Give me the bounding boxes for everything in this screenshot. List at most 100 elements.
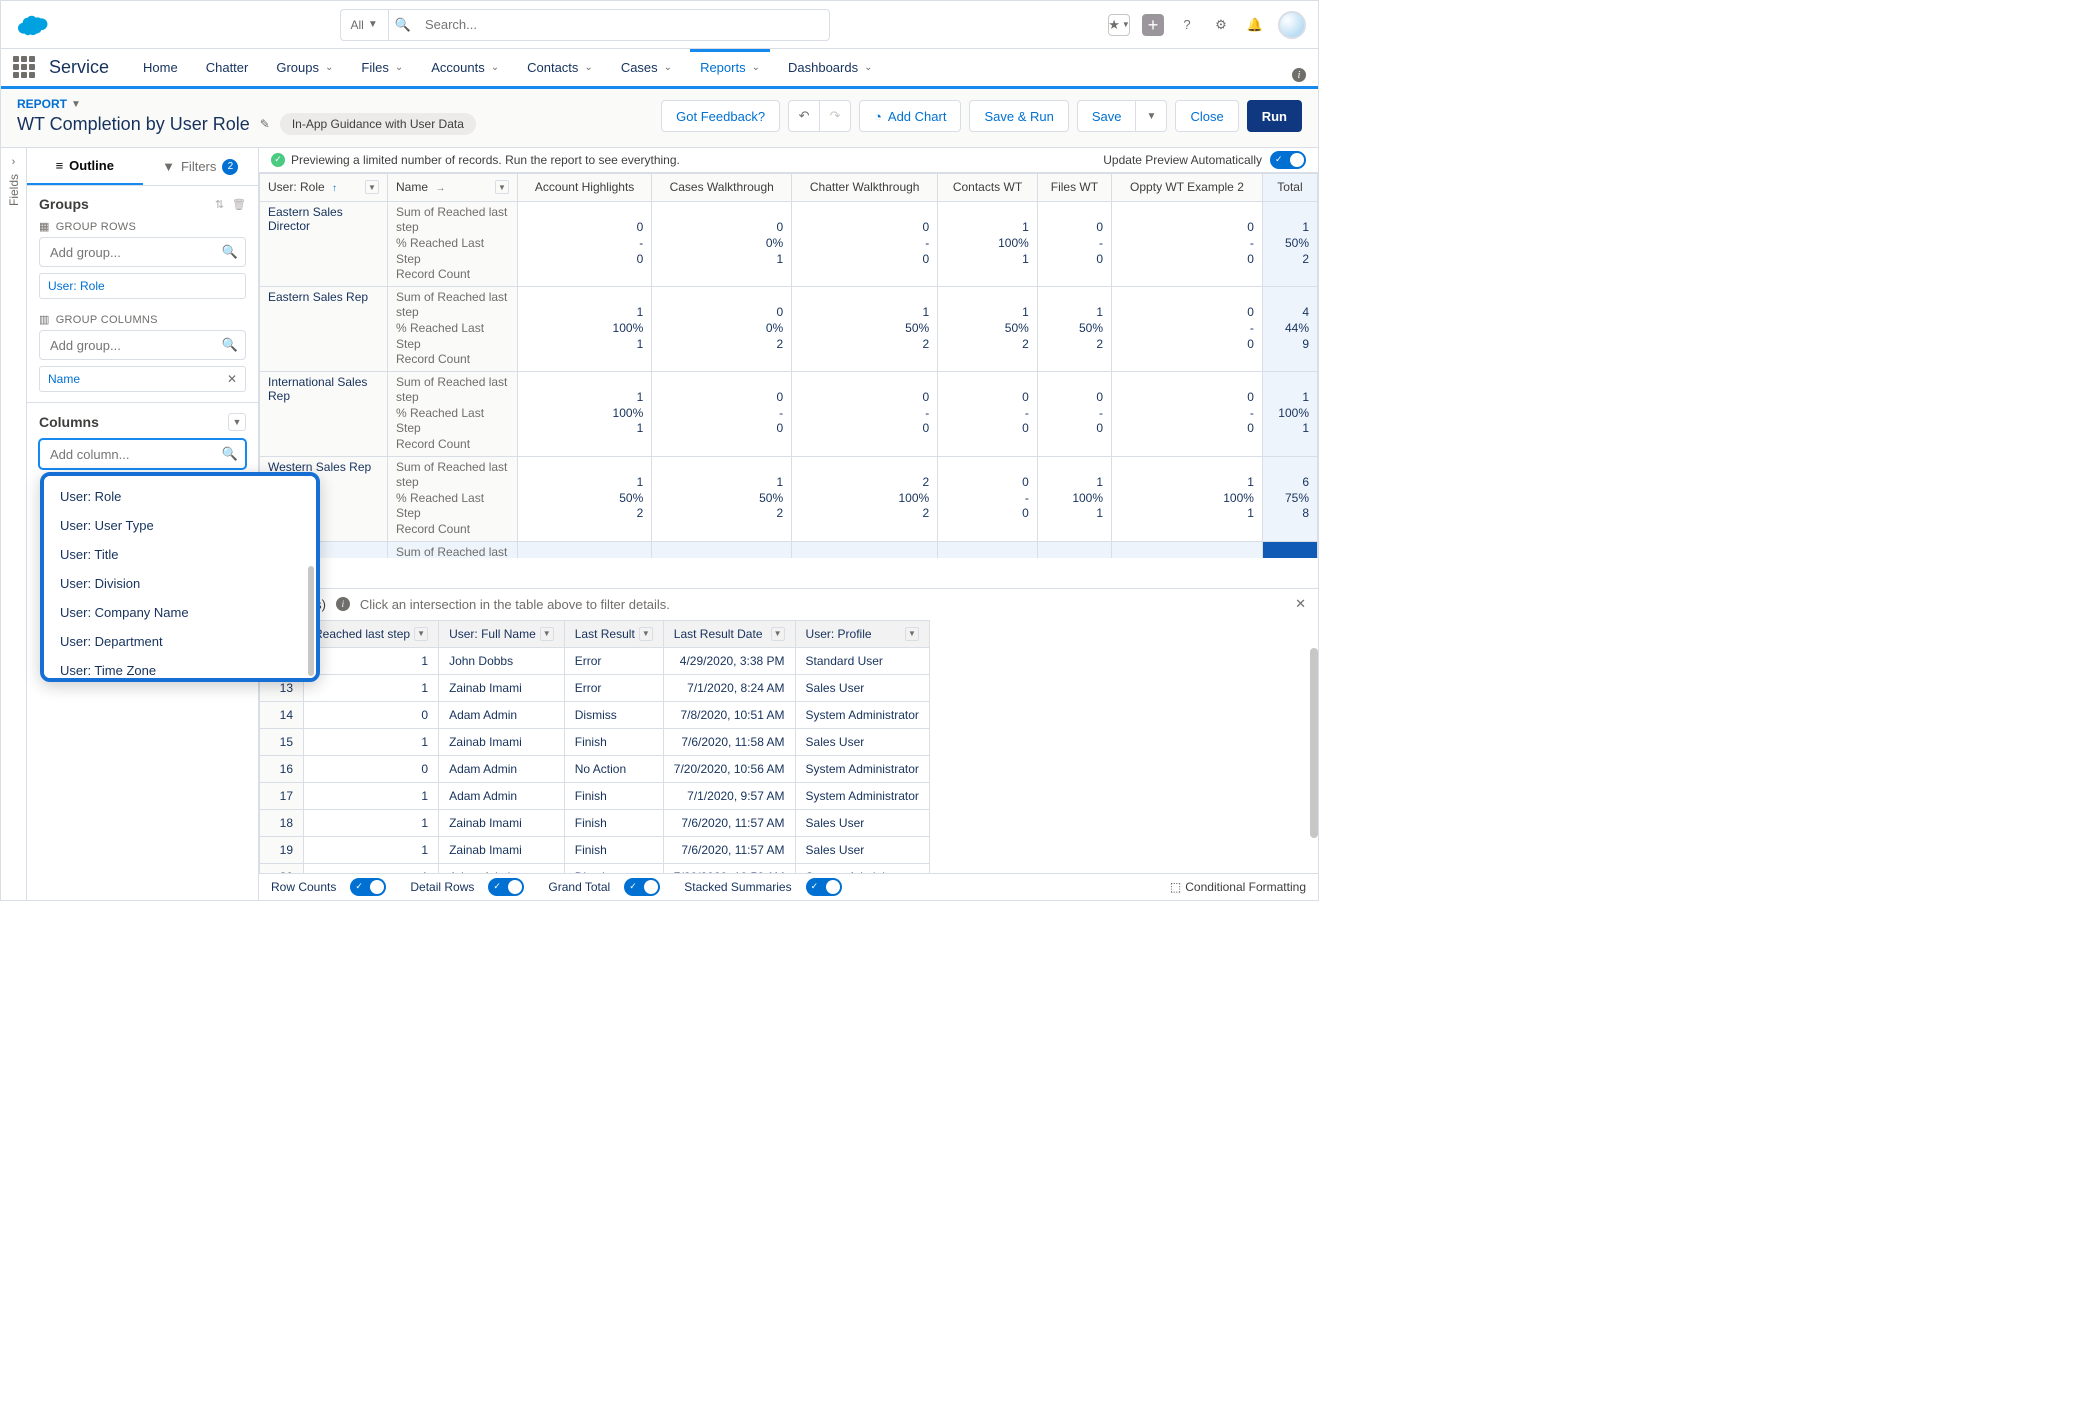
row-counts-toggle[interactable]: [350, 878, 386, 896]
tab-outline[interactable]: ≡Outline: [27, 148, 143, 185]
notifications-bell-icon[interactable]: 🔔: [1244, 14, 1266, 36]
add-chart-button[interactable]: ◔Add Chart: [859, 100, 961, 132]
undo-button[interactable]: ↶: [788, 100, 820, 132]
nav-item-reports[interactable]: Reports⌄: [690, 49, 770, 83]
table-cell[interactable]: 2100%2: [792, 456, 938, 541]
app-launcher-icon[interactable]: [13, 56, 37, 80]
table-cell[interactable]: 150%2: [938, 286, 1038, 371]
table-cell[interactable]: 150%2: [792, 286, 938, 371]
table-cell[interactable]: Eastern Sales Director: [260, 201, 388, 286]
dropdown-item[interactable]: User: Department: [44, 627, 316, 656]
save-menu-button[interactable]: ▼: [1135, 100, 1167, 132]
delete-icon[interactable]: 🗑: [232, 198, 246, 211]
help-icon[interactable]: ?: [1176, 14, 1198, 36]
table-cell[interactable]: 267%3: [1037, 541, 1111, 558]
dropdown-item[interactable]: User: Time Zone: [44, 656, 316, 682]
remove-icon[interactable]: ✕: [227, 372, 237, 386]
table-cell[interactable]: 0-0: [1112, 371, 1263, 456]
setup-gear-icon[interactable]: ⚙: [1210, 14, 1232, 36]
grand-total-toggle[interactable]: [624, 878, 660, 896]
stacked-toggle[interactable]: [806, 878, 842, 896]
edit-title-icon[interactable]: ✎: [260, 117, 270, 131]
table-cell[interactable]: 150%2: [518, 456, 652, 541]
table-row[interactable]: 140Adam AdminDismiss7/8/2020, 10:51 AMSy…: [260, 701, 930, 728]
table-cell[interactable]: 1100%1: [1037, 456, 1111, 541]
close-button[interactable]: Close: [1175, 100, 1238, 132]
table-cell[interactable]: 00%2: [652, 286, 792, 371]
table-row[interactable]: 160Adam AdminNo Action7/20/2020, 10:56 A…: [260, 755, 930, 782]
table-cell[interactable]: 1260%20: [1262, 541, 1317, 558]
sort-asc-icon[interactable]: ↑: [332, 183, 337, 194]
column-menu-icon[interactable]: ▼: [414, 627, 428, 641]
global-add-button[interactable]: +: [1142, 14, 1164, 36]
table-cell[interactable]: 0-0: [1037, 201, 1111, 286]
table-cell[interactable]: Eastern Sales Rep: [260, 286, 388, 371]
table-cell[interactable]: 0-0: [1112, 201, 1263, 286]
search-scope-select[interactable]: All▼: [341, 10, 389, 40]
table-cell[interactable]: International Sales Rep: [260, 371, 388, 456]
column-menu-icon[interactable]: ▼: [365, 180, 379, 194]
dropdown-item[interactable]: User: Company Name: [44, 598, 316, 627]
table-cell[interactable]: 0-0: [792, 201, 938, 286]
column-menu-icon[interactable]: ▼: [639, 627, 653, 641]
dropdown-item[interactable]: User: Title: [44, 540, 316, 569]
table-row[interactable]: 191Zainab ImamiFinish7/6/2020, 11:57 AMS…: [260, 836, 930, 863]
table-cell[interactable]: 1100%1: [1262, 371, 1317, 456]
nav-item-dashboards[interactable]: Dashboards⌄: [778, 52, 883, 83]
table-cell[interactable]: 150%2: [1037, 286, 1111, 371]
fields-rail[interactable]: › Fields: [1, 148, 27, 900]
column-menu-icon[interactable]: ▼: [771, 627, 785, 641]
save-button[interactable]: Save: [1077, 100, 1137, 132]
table-row[interactable]: 171Adam AdminFinish7/1/2020, 9:57 AMSyst…: [260, 782, 930, 809]
detail-rows-toggle[interactable]: [488, 878, 524, 896]
table-cell[interactable]: 1100%1: [518, 371, 652, 456]
nav-item-home[interactable]: Home: [133, 52, 188, 83]
auto-preview-toggle[interactable]: [1270, 151, 1306, 169]
favorites-button[interactable]: ★▼: [1108, 14, 1130, 36]
table-cell[interactable]: 267%3: [938, 541, 1038, 558]
table-row[interactable]: 121John DobbsError4/29/2020, 3:38 PMStan…: [260, 647, 930, 674]
table-cell[interactable]: 1100%1: [1112, 456, 1263, 541]
table-cell[interactable]: 1100%1: [518, 286, 652, 371]
avatar[interactable]: [1278, 11, 1306, 39]
table-cell[interactable]: 0-0: [652, 371, 792, 456]
table-cell[interactable]: 1100%1: [938, 201, 1038, 286]
nav-item-chatter[interactable]: Chatter: [196, 52, 259, 83]
table-cell[interactable]: 150%2: [652, 456, 792, 541]
table-cell[interactable]: 675%8: [1262, 456, 1317, 541]
table-row[interactable]: 181Zainab ImamiFinish7/6/2020, 11:57 AMS…: [260, 809, 930, 836]
close-detail-icon[interactable]: ✕: [1295, 596, 1306, 612]
table-cell[interactable]: 0-0: [792, 371, 938, 456]
group-col-pill[interactable]: Name✕: [39, 366, 246, 392]
table-cell[interactable]: 444%9: [1262, 286, 1317, 371]
table-cell[interactable]: 00%1: [652, 201, 792, 286]
tab-filters[interactable]: ▼Filters2: [143, 148, 259, 185]
nav-item-accounts[interactable]: Accounts⌄: [421, 52, 509, 83]
table-cell[interactable]: 0-0: [1037, 371, 1111, 456]
nav-item-cases[interactable]: Cases⌄: [611, 52, 682, 83]
nav-item-groups[interactable]: Groups⌄: [266, 52, 343, 83]
group-row-pill[interactable]: User: Role: [39, 273, 246, 299]
search-input[interactable]: [417, 17, 829, 32]
table-row[interactable]: 131Zainab ImamiError7/1/2020, 8:24 AMSal…: [260, 674, 930, 701]
run-button[interactable]: Run: [1247, 100, 1302, 132]
table-cell[interactable]: 0-0: [1112, 286, 1263, 371]
nav-item-files[interactable]: Files⌄: [351, 52, 413, 83]
feedback-button[interactable]: Got Feedback?: [661, 100, 780, 132]
table-row[interactable]: 201Adam AdminDismiss7/20/2020, 10:56 AMS…: [260, 863, 930, 872]
dropdown-item[interactable]: User: Role: [44, 482, 316, 511]
global-search[interactable]: All▼ 🔍: [340, 9, 830, 41]
table-cell[interactable]: 0-0: [938, 456, 1038, 541]
column-menu-icon[interactable]: ▼: [905, 627, 919, 641]
scrollbar[interactable]: [308, 566, 314, 676]
add-column-input[interactable]: [39, 439, 246, 469]
table-cell[interactable]: 0-0: [518, 201, 652, 286]
table-cell[interactable]: 150%2: [1262, 201, 1317, 286]
table-cell[interactable]: 1100%1: [1112, 541, 1263, 558]
nav-item-contacts[interactable]: Contacts⌄: [517, 52, 603, 83]
table-row[interactable]: 151Zainab ImamiFinish7/6/2020, 11:58 AMS…: [260, 728, 930, 755]
redo-button[interactable]: ↷: [819, 100, 851, 132]
column-menu-icon[interactable]: ▼: [495, 180, 509, 194]
columns-menu-button[interactable]: ▼: [228, 413, 246, 431]
save-run-button[interactable]: Save & Run: [969, 100, 1068, 132]
